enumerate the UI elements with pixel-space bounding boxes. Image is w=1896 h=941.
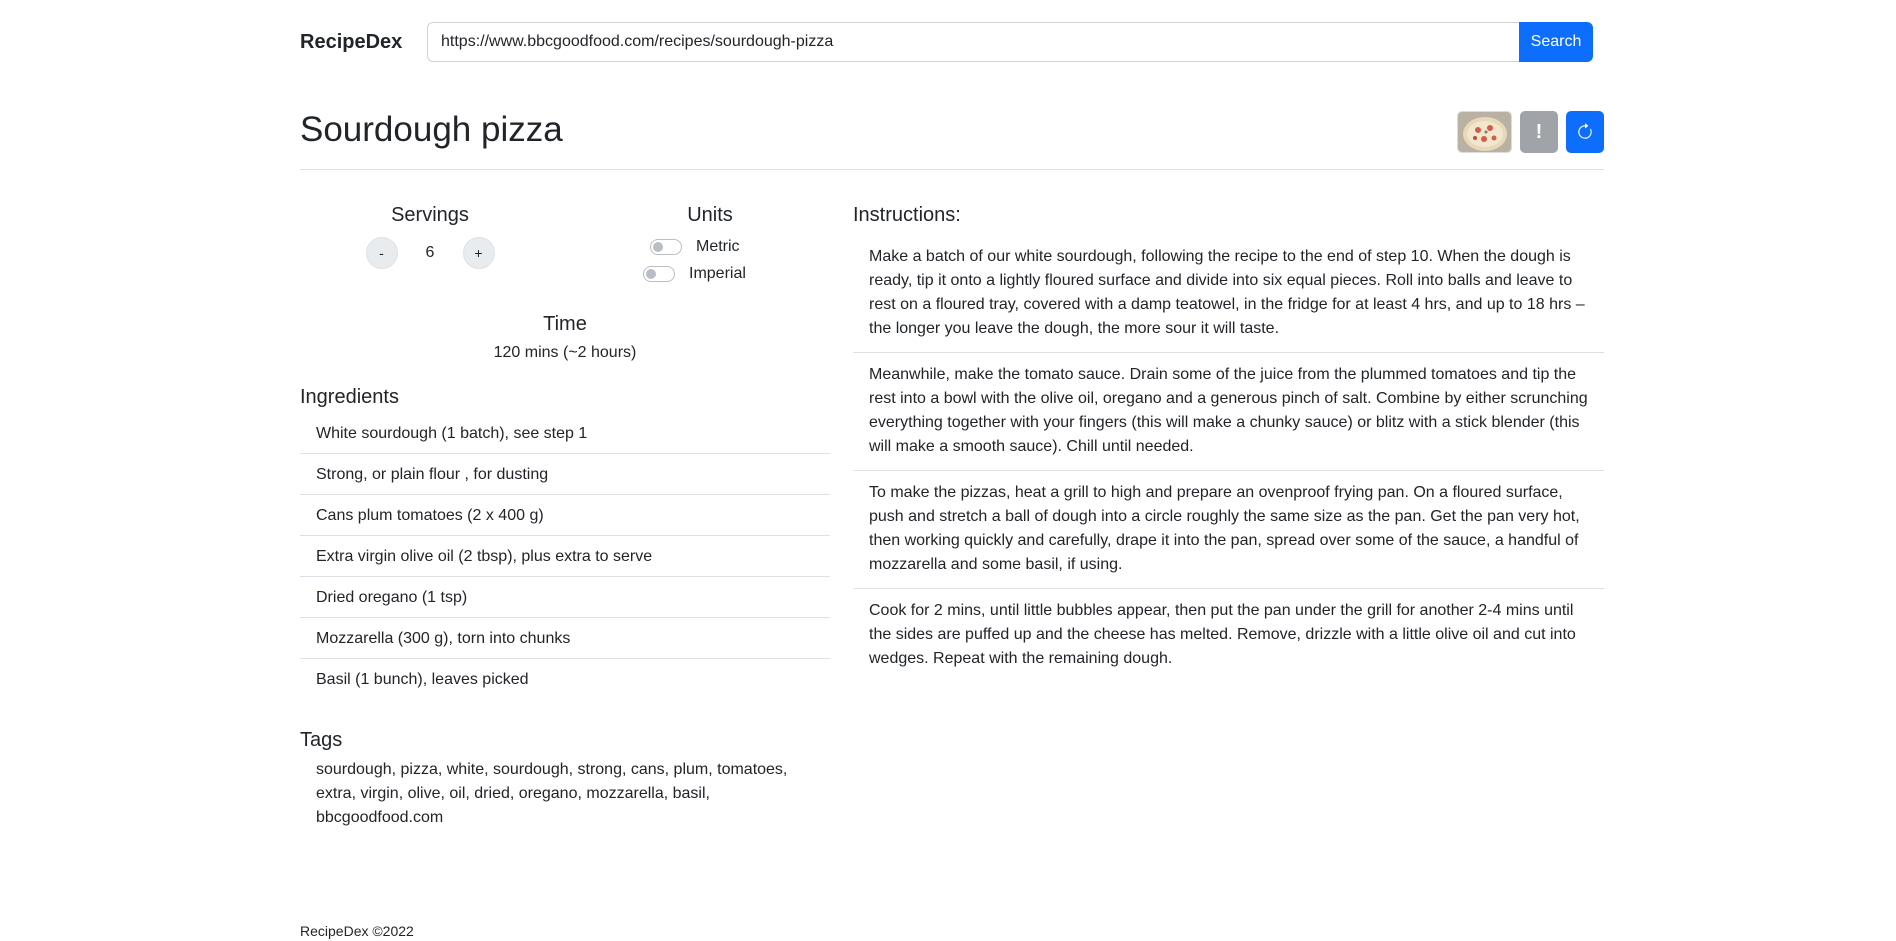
ingredient-item: Basil (1 bunch), leaves picked: [316, 671, 529, 688]
title-actions: !: [1457, 111, 1604, 153]
ingredients-section: Ingredients White sourdough (1 batch), s…: [300, 386, 830, 700]
search-input[interactable]: [427, 22, 1519, 62]
time-section: Time 120 mins (~2 hours): [300, 313, 830, 362]
navbar: RecipeDex Search: [300, 22, 1604, 62]
metric-label: Metric: [696, 237, 740, 255]
servings-increase-button[interactable]: +: [462, 237, 495, 269]
units-heading: Units: [687, 204, 733, 226]
instruction-step: Cook for 2 mins, until little bubbles ap…: [869, 602, 1576, 667]
report-button[interactable]: !: [1520, 111, 1558, 153]
tags-heading: Tags: [300, 729, 343, 751]
title-divider: [300, 169, 1604, 170]
metric-toggle[interactable]: [650, 238, 682, 255]
pizza-image: [1458, 112, 1511, 152]
ingredient-item: Strong, or plain flour , for dusting: [300, 454, 830, 495]
instruction-step: To make the pizzas, heat a grill to high…: [853, 471, 1604, 589]
time-heading: Time: [543, 313, 587, 335]
instruction-step: Make a batch of our white sourdough, fol…: [853, 235, 1604, 353]
servings-heading: Servings: [391, 204, 469, 226]
ingredient-item: Dried oregano (1 tsp): [300, 577, 830, 618]
instructions-heading: Instructions:: [853, 204, 961, 226]
search-bar: Search: [427, 22, 1593, 62]
tags-section: Tags sourdough, pizza, white, sourdough,…: [300, 729, 830, 830]
ingredient-item: Extra virgin olive oil (2 tbsp), plus ex…: [300, 536, 830, 577]
ingredient-item: Mozzarella (300 g), torn into chunks: [300, 618, 830, 659]
search-button[interactable]: Search: [1519, 22, 1593, 62]
metric-row: Metric: [640, 233, 780, 260]
tags-list: sourdough, pizza, white, sourdough, stro…: [316, 761, 788, 826]
servings-decrease-button[interactable]: -: [365, 237, 398, 269]
time-value: 120 mins (~2 hours): [493, 344, 637, 361]
instructions-column: Instructions: Make a batch of our white …: [853, 200, 1604, 682]
imperial-toggle[interactable]: [643, 265, 675, 282]
servings-value: 6: [425, 244, 435, 261]
recipe-title: Sourdough pizza: [300, 110, 563, 149]
ingredients-heading: Ingredients: [300, 386, 399, 408]
refresh-button[interactable]: [1566, 111, 1604, 153]
servings-stepper: - 6 +: [355, 237, 505, 269]
recipe-thumbnail[interactable]: [1457, 111, 1512, 153]
units-section: Units Metric Imperial: [640, 204, 780, 287]
footer-text: RecipeDex ©2022: [300, 923, 414, 939]
instruction-step: Meanwhile, make the tomato sauce. Drain …: [853, 353, 1604, 471]
page-container: RecipeDex Search Sourdough pizza !: [300, 0, 1604, 941]
exclamation-icon: !: [1535, 120, 1543, 143]
ingredient-item: Cans plum tomatoes (2 x 400 g): [300, 495, 830, 536]
brand-logo[interactable]: RecipeDex: [300, 31, 427, 54]
ingredient-item: White sourdough (1 batch), see step 1: [300, 413, 830, 454]
refresh-icon: [1578, 123, 1592, 139]
imperial-row: Imperial: [640, 260, 780, 287]
imperial-label: Imperial: [689, 264, 746, 282]
servings-section: Servings - 6 +: [355, 204, 505, 269]
